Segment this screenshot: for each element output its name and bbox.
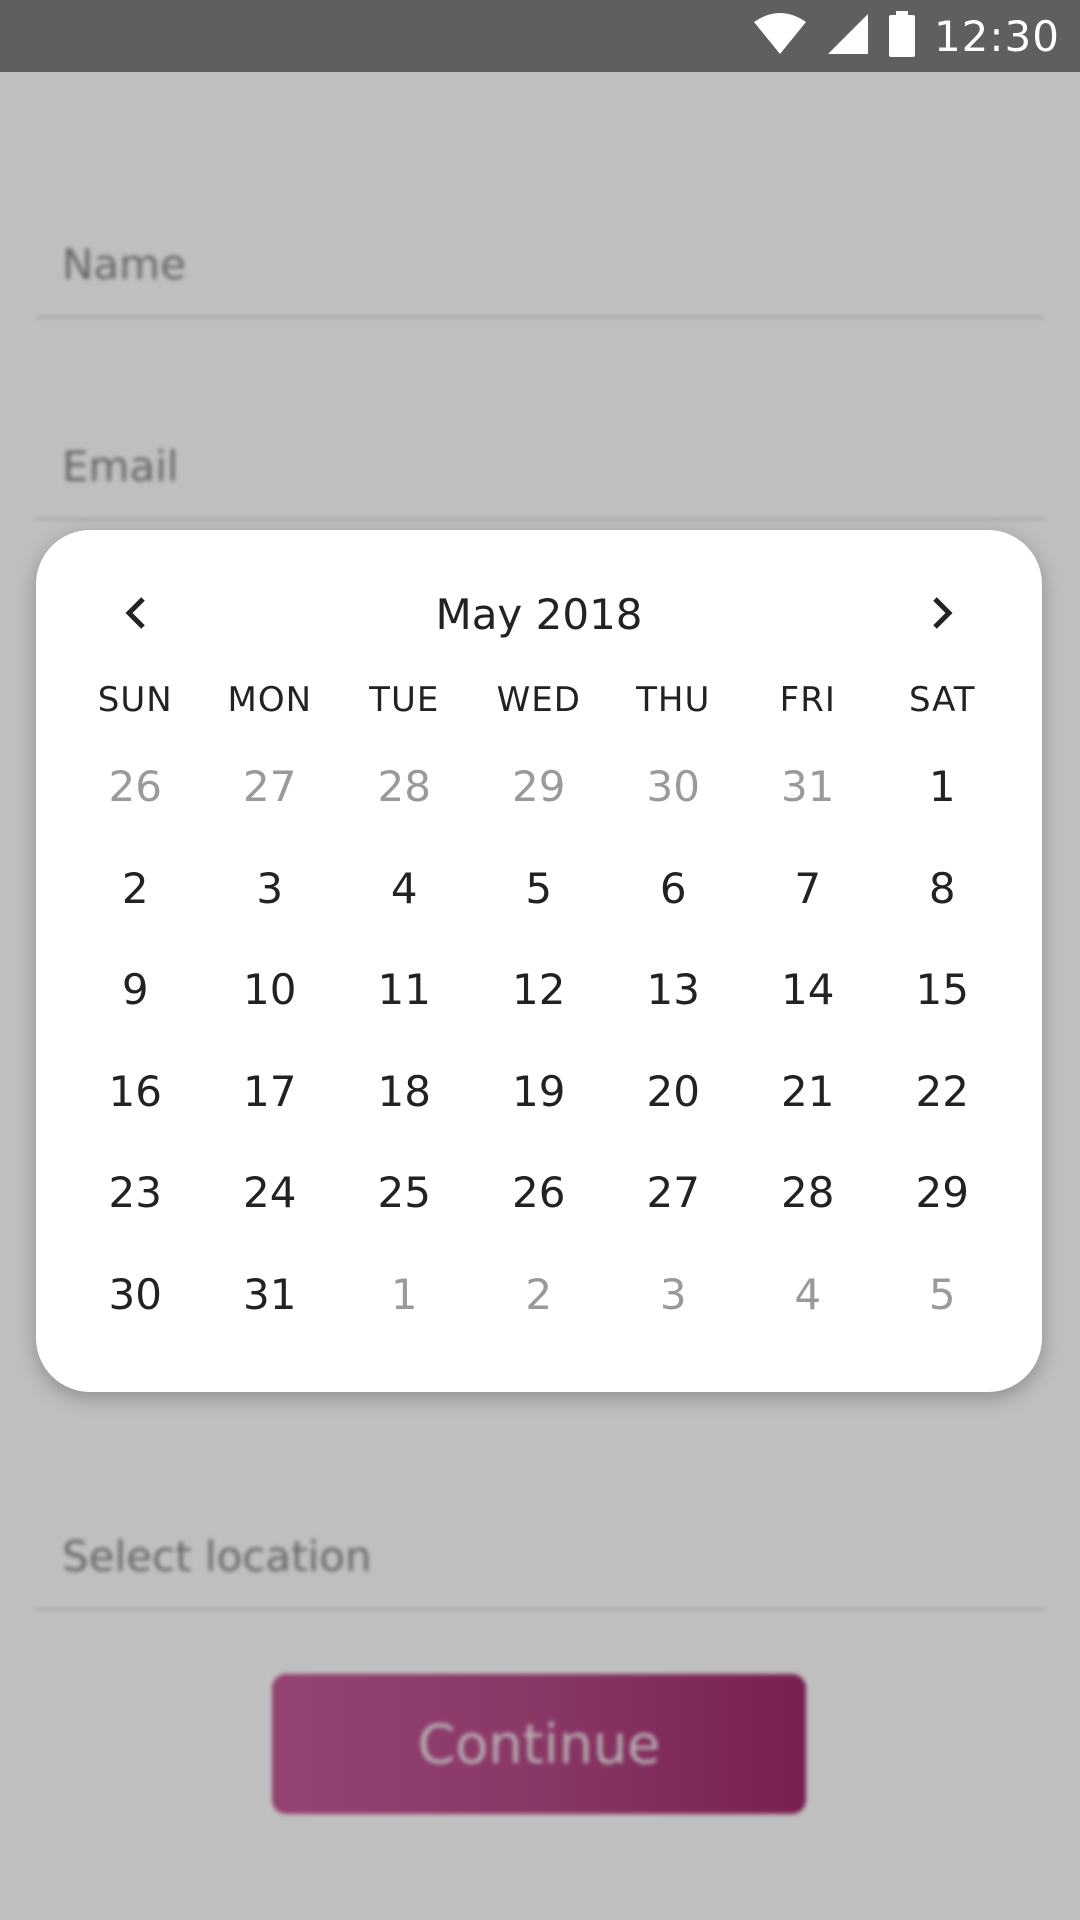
calendar-day-outside-month[interactable]: 2 [472,1258,607,1360]
calendar-day-outside-month[interactable]: 30 [606,750,741,852]
calendar-day[interactable]: 31 [203,1258,338,1360]
weekday-label: SUN [97,680,173,720]
calendar-day[interactable]: 29 [875,1156,1010,1258]
cell-signal-icon [826,12,870,60]
calendar-days-grid: 26 27 28 29 30 31 1 2 3 4 5 6 7 8 9 10 11 12 13 14 15 16 17 18 1… [68,750,1010,1359]
calendar-day[interactable]: 11 [337,953,472,1055]
calendar-day[interactable]: 19 [472,1055,607,1157]
calendar-day-outside-month[interactable]: 27 [203,750,338,852]
calendar-day[interactable]: 12 [472,953,607,1055]
calendar-day-outside-month[interactable]: 29 [472,750,607,852]
chevron-right-icon [927,593,957,637]
status-icons: 12:30 [752,0,1060,72]
calendar-day[interactable]: 10 [203,953,338,1055]
calendar-day[interactable]: 24 [203,1156,338,1258]
wifi-icon [752,12,808,60]
calendar-day-outside-month[interactable]: 31 [741,750,876,852]
weekday-label: THU [636,680,711,720]
calendar-day[interactable]: 27 [606,1156,741,1258]
calendar-day[interactable]: 28 [741,1156,876,1258]
calendar-day[interactable]: 23 [68,1156,203,1258]
calendar-day-outside-month[interactable]: 26 [68,750,203,852]
calendar-day[interactable]: 21 [741,1055,876,1157]
calendar-day-outside-month[interactable]: 28 [337,750,472,852]
calendar-day-outside-month[interactable]: 4 [741,1258,876,1360]
calendar-day-outside-month[interactable]: 3 [606,1258,741,1360]
calendar-day[interactable]: 16 [68,1055,203,1157]
weekday-label: MON [227,680,313,720]
status-time: 12:30 [933,11,1060,61]
calendar-day[interactable]: 4 [337,852,472,954]
date-picker-dialog: May 2018 SUN MON TUE WED THU FRI SAT 26 27 28 29 3… [36,530,1042,1392]
calendar-day[interactable]: 20 [606,1055,741,1157]
weekday-label: TUE [369,680,440,720]
calendar-day[interactable]: 17 [203,1055,338,1157]
calendar-day[interactable]: 25 [337,1156,472,1258]
calendar-day[interactable]: 18 [337,1055,472,1157]
next-month-button[interactable] [907,580,977,650]
calendar-day[interactable]: 26 [472,1156,607,1258]
calendar-day[interactable]: 1 [875,750,1010,852]
calendar-day[interactable]: 2 [68,852,203,954]
calendar-day[interactable]: 15 [875,953,1010,1055]
calendar-day-outside-month[interactable]: 1 [337,1258,472,1360]
battery-icon [888,11,916,61]
weekday-label: WED [496,680,581,720]
calendar-day[interactable]: 9 [68,953,203,1055]
calendar-day[interactable]: 7 [741,852,876,954]
calendar-day[interactable]: 22 [875,1055,1010,1157]
calendar-day[interactable]: 30 [68,1258,203,1360]
weekday-label: SAT [908,680,976,720]
weekday-label: FRI [779,680,836,720]
status-bar: 12:30 [0,0,1080,72]
calendar-day[interactable]: 13 [606,953,741,1055]
weekday-header-row: SUN MON TUE WED THU FRI SAT [68,680,1010,720]
previous-month-button[interactable] [101,580,171,650]
month-title: May 2018 [435,590,643,639]
calendar-day[interactable]: 5 [472,852,607,954]
calendar-day-outside-month[interactable]: 5 [875,1258,1010,1360]
chevron-left-icon [121,593,151,637]
calendar-day[interactable]: 14 [741,953,876,1055]
calendar-day[interactable]: 6 [606,852,741,954]
calendar-header: May 2018 [36,570,1042,660]
calendar-day[interactable]: 3 [203,852,338,954]
screen: Name Email Select location Continue 12:3… [0,0,1080,1920]
calendar-day[interactable]: 8 [875,852,1010,954]
